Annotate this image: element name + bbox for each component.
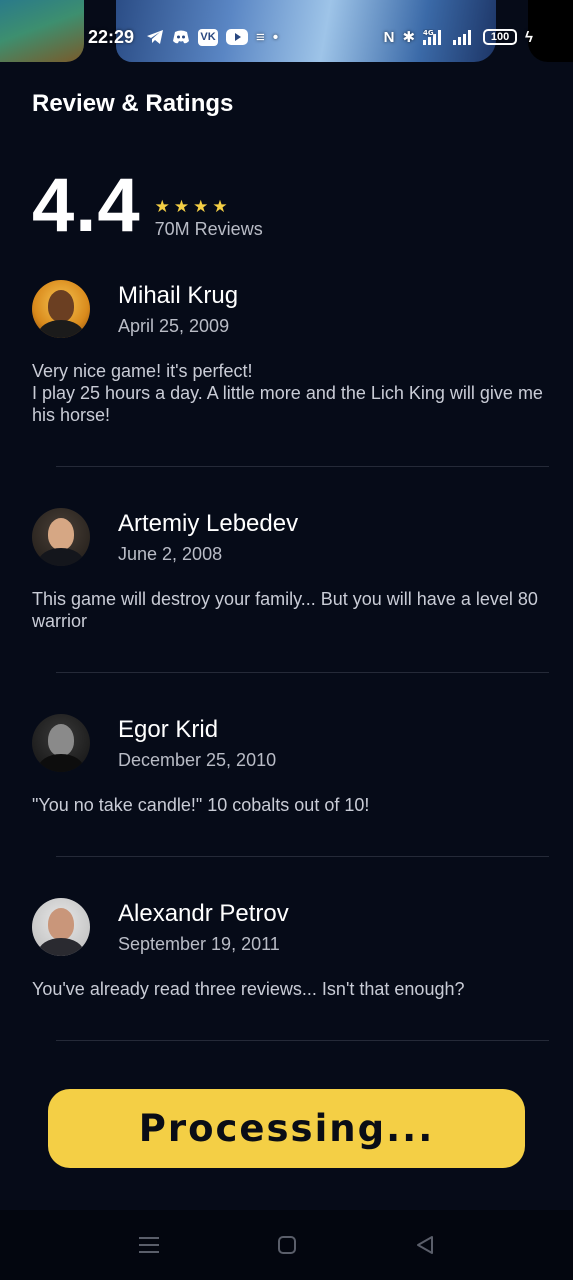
star-icon: ★ bbox=[154, 197, 170, 216]
rating-summary: 4.4 ★ ★ ★ ★ 70M Reviews bbox=[32, 168, 263, 244]
star-icon: ★ bbox=[193, 197, 209, 216]
review-date: April 25, 2009 bbox=[118, 315, 230, 336]
reviewer-name: Artemiy Lebedev bbox=[118, 509, 299, 537]
battery-icon: 100 bbox=[483, 29, 518, 45]
signal-icon: 4G bbox=[423, 29, 445, 45]
processing-button[interactable]: Processing... bbox=[48, 1089, 525, 1168]
avatar bbox=[32, 280, 90, 338]
review-text: "You no take candle!" 10 cobalts out of … bbox=[32, 795, 370, 815]
review-card: Mihail Krug April 25, 2009 Very nice gam… bbox=[32, 280, 557, 426]
telegram-icon bbox=[146, 29, 164, 45]
star-rating: ★ ★ ★ ★ bbox=[155, 198, 263, 215]
discord-icon bbox=[172, 30, 190, 44]
status-time: 22:29 bbox=[88, 26, 135, 47]
wallpaper-fragment bbox=[0, 0, 84, 62]
notes-icon: ≡ bbox=[256, 28, 265, 46]
charging-icon: ϟ bbox=[525, 28, 533, 46]
review-card: Alexandr Petrov September 19, 2011 You'v… bbox=[32, 898, 557, 1000]
svg-text:4G: 4G bbox=[423, 29, 434, 37]
avatar bbox=[32, 508, 90, 566]
review-date: September 19, 2011 bbox=[118, 933, 280, 954]
star-icon: ★ bbox=[173, 197, 190, 216]
review-count: 70M Reviews bbox=[154, 219, 263, 239]
review-card: Egor Krid December 25, 2010 "You no take… bbox=[32, 714, 557, 816]
reviewer-name: Mihail Krug bbox=[118, 281, 239, 309]
reviewer-name: Egor Krid bbox=[118, 715, 219, 743]
divider bbox=[56, 672, 549, 673]
vk-icon: VK bbox=[198, 28, 219, 46]
review-date: December 25, 2010 bbox=[118, 749, 277, 770]
menu-icon[interactable] bbox=[135, 1231, 163, 1259]
signal-icon bbox=[453, 29, 475, 45]
divider bbox=[56, 1040, 549, 1041]
page-title: Review & Ratings bbox=[32, 90, 234, 117]
status-bar: 22:29 VK ≡ • N ✱ 4G 100 ϟ bbox=[0, 0, 573, 64]
review-text: Very nice game! it's perfect! I play 25 … bbox=[32, 361, 543, 425]
review-text: You've already read three reviews... Isn… bbox=[32, 979, 465, 999]
divider bbox=[56, 466, 549, 467]
reviewer-name: Alexandr Petrov bbox=[118, 899, 289, 927]
review-date: June 2, 2008 bbox=[118, 543, 223, 564]
system-nav-bar bbox=[0, 1210, 573, 1280]
dot-icon: • bbox=[272, 28, 279, 46]
star-icon: ★ bbox=[212, 197, 228, 216]
bluetooth-icon: ✱ bbox=[402, 29, 416, 46]
nfc-icon: N bbox=[383, 28, 395, 46]
avatar bbox=[32, 898, 90, 956]
review-text: This game will destroy your family... Bu… bbox=[32, 589, 538, 631]
home-icon[interactable] bbox=[273, 1231, 301, 1259]
youtube-icon bbox=[226, 29, 249, 45]
review-card: Artemiy Lebedev June 2, 2008 This game w… bbox=[32, 508, 557, 632]
avatar bbox=[32, 714, 90, 772]
average-rating: 4.4 bbox=[32, 163, 141, 248]
divider bbox=[56, 856, 549, 857]
camera-cutout bbox=[528, 0, 573, 62]
back-icon[interactable] bbox=[411, 1231, 439, 1259]
